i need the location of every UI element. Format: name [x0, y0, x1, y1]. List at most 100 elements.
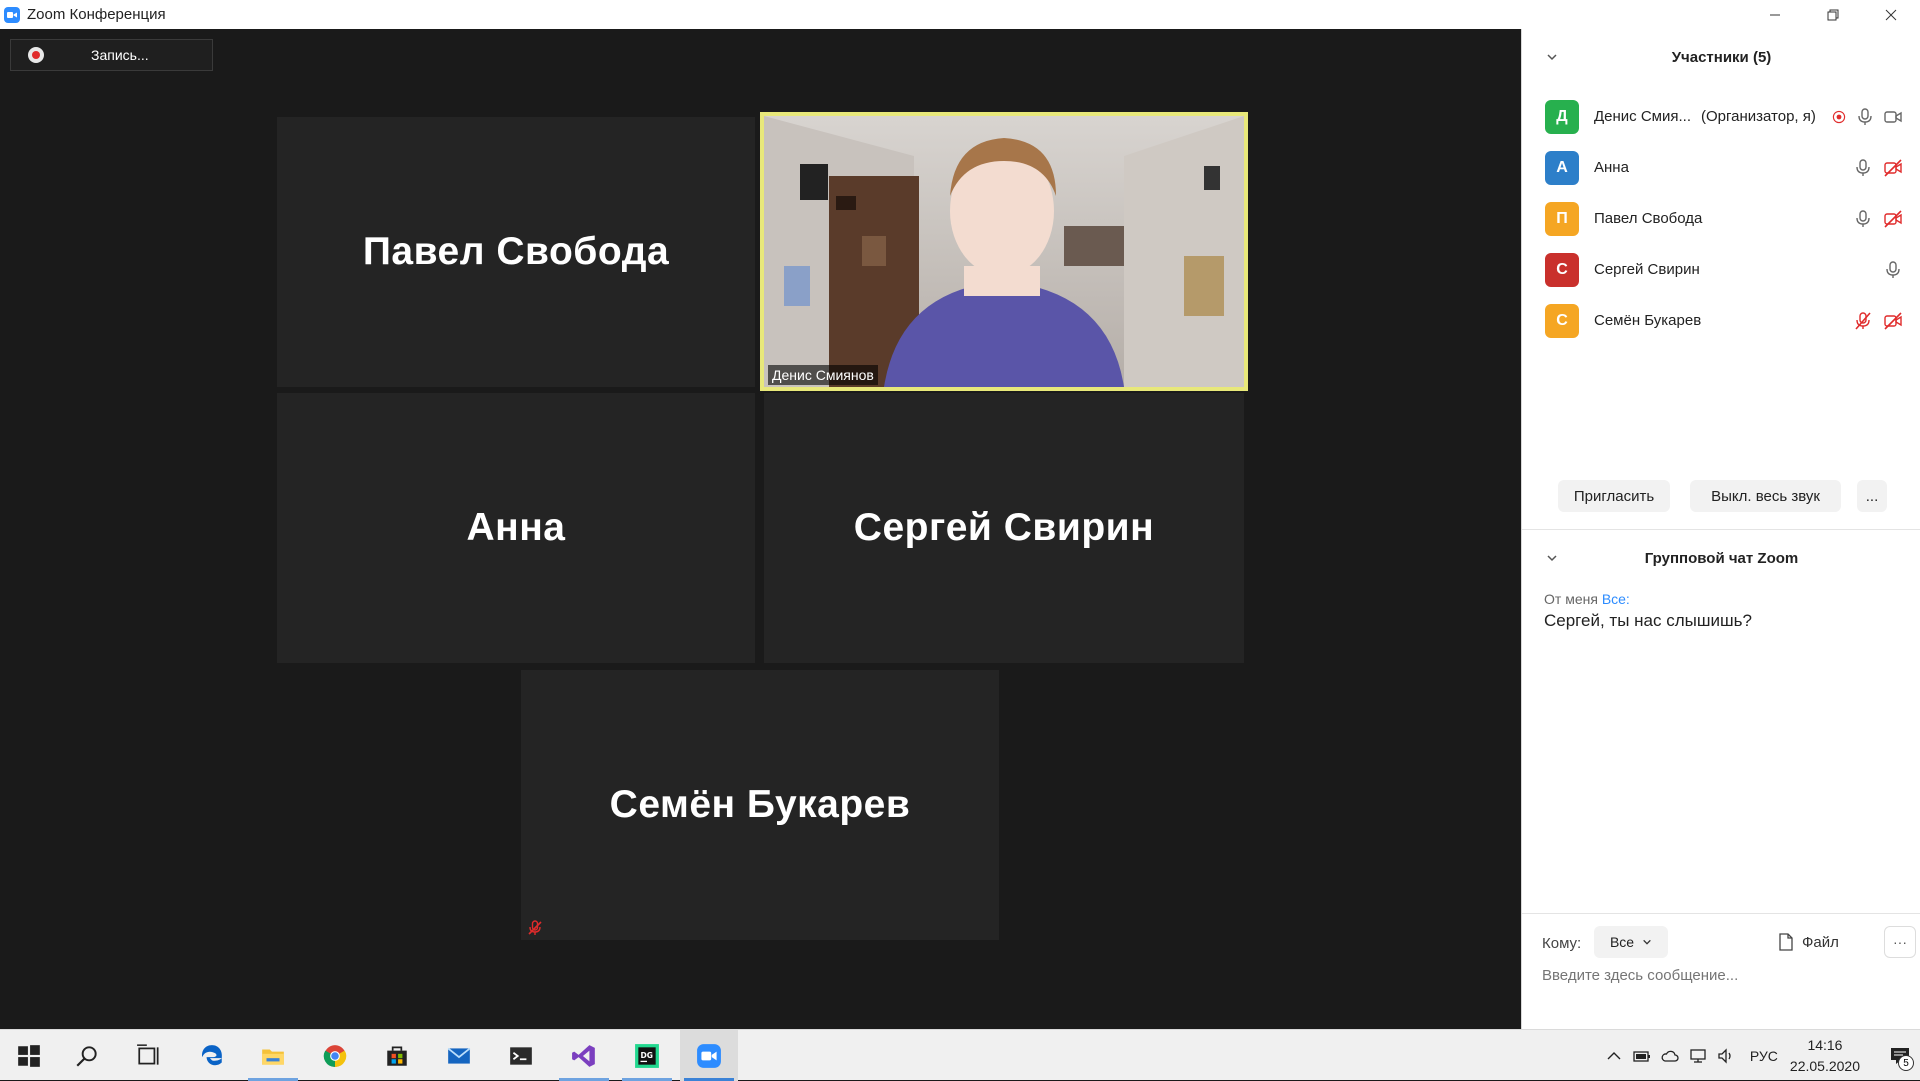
- zoom-icon: [697, 1043, 721, 1068]
- more-options-button[interactable]: ...: [1857, 480, 1887, 512]
- chat-recipient: Все:: [1601, 591, 1630, 607]
- participants-title: Участники (5): [1671, 48, 1772, 66]
- restore-icon: [1827, 9, 1839, 20]
- mic-icon[interactable]: [1883, 260, 1903, 280]
- volume-button[interactable]: [1712, 1030, 1740, 1081]
- send-file-button[interactable]: Файл: [1778, 926, 1839, 958]
- participant-tile[interactable]: Павел Свобода: [277, 117, 755, 387]
- file-label: Файл: [1802, 933, 1839, 951]
- participants-actions: Пригласить Выкл. весь звук ...: [1522, 480, 1920, 512]
- minimize-button[interactable]: [1746, 0, 1804, 29]
- participant-row[interactable]: Д Денис Смия... (Организатор, я): [1522, 91, 1920, 142]
- mic-icon[interactable]: [1855, 107, 1875, 127]
- avatar: С: [1545, 303, 1579, 338]
- taskbar-store[interactable]: [368, 1030, 426, 1081]
- close-icon: [1885, 9, 1897, 20]
- chevron-down-icon[interactable]: [1546, 51, 1558, 63]
- search-icon: [76, 1045, 97, 1067]
- video-off-icon[interactable]: [1883, 158, 1903, 178]
- windows-logo-icon: [18, 1044, 40, 1067]
- datagrip-icon: DG: [635, 1043, 659, 1068]
- store-icon: [387, 1045, 407, 1066]
- participant-tile[interactable]: Сергей Свирин: [764, 393, 1244, 663]
- taskbar-file-explorer[interactable]: [244, 1030, 302, 1081]
- recording-label: Запись...: [91, 47, 149, 63]
- video-off-icon[interactable]: [1883, 209, 1903, 229]
- system-tray: РУС 14:16 22.05.2020 5: [1600, 1030, 1920, 1081]
- participant-name: Семён Букарев: [1594, 312, 1702, 329]
- zoom-app-icon: [4, 6, 20, 23]
- section-divider: [1522, 529, 1920, 530]
- compose-divider: [1522, 913, 1920, 914]
- participants-header: Участники (5): [1522, 41, 1920, 73]
- chat-message-input[interactable]: [1542, 967, 1902, 984]
- taskbar-chrome[interactable]: [306, 1030, 364, 1081]
- chat-message-meta: От меня Все:: [1544, 591, 1630, 607]
- battery-button[interactable]: [1628, 1030, 1656, 1081]
- chat-header: Групповой чат Zoom: [1522, 542, 1920, 574]
- show-hidden-icons-button[interactable]: [1600, 1030, 1628, 1081]
- title-bar: Zoom Конференция: [0, 0, 1920, 29]
- network-icon: [1690, 1048, 1706, 1063]
- taskbar-terminal[interactable]: [492, 1030, 550, 1081]
- language-indicator[interactable]: РУС: [1750, 1048, 1778, 1064]
- participant-row[interactable]: П Павел Свобода: [1522, 193, 1920, 244]
- recording-indicator-icon: [1832, 110, 1846, 123]
- chat-more-button[interactable]: ···: [1884, 926, 1916, 958]
- network-button[interactable]: [1684, 1030, 1712, 1081]
- video-off-icon[interactable]: [1883, 311, 1903, 331]
- folder-icon: [262, 1049, 284, 1065]
- webcam-video-frame: [764, 116, 1244, 387]
- system-clock[interactable]: 14:16 22.05.2020: [1790, 1035, 1860, 1077]
- avatar: А: [1545, 150, 1579, 185]
- mail-icon: [447, 1047, 471, 1064]
- chat-message-text: Сергей, ты нас слышишь?: [1544, 611, 1752, 630]
- start-button[interactable]: [0, 1030, 58, 1081]
- invite-button[interactable]: Пригласить: [1558, 480, 1670, 512]
- active-speaker-video-tile[interactable]: Денис Смиянов: [760, 112, 1248, 391]
- clock-date: 22.05.2020: [1789, 1057, 1860, 1074]
- participant-name: Анна: [1594, 159, 1629, 176]
- svg-text:DG: DG: [641, 1051, 654, 1060]
- notification-count-badge: 5: [1898, 1055, 1914, 1071]
- close-button[interactable]: [1862, 0, 1920, 29]
- recording-button[interactable]: Запись...: [10, 39, 213, 71]
- taskbar-edge[interactable]: [183, 1030, 241, 1081]
- participant-tile[interactable]: Семён Букарев: [521, 670, 999, 940]
- avatar: П: [1545, 201, 1579, 236]
- chevron-down-icon: [1643, 939, 1651, 945]
- speaker-icon: [1718, 1047, 1731, 1064]
- chat-recipient-select[interactable]: Все: [1594, 926, 1668, 958]
- video-camera-icon[interactable]: [1883, 107, 1903, 127]
- taskbar-visual-studio[interactable]: [555, 1030, 613, 1081]
- cloud-icon: [1661, 1050, 1679, 1062]
- visual-studio-icon: [572, 1044, 595, 1067]
- taskbar-datagrip[interactable]: DG: [618, 1030, 676, 1081]
- mute-all-button[interactable]: Выкл. весь звук: [1690, 480, 1841, 512]
- task-view-button[interactable]: [120, 1030, 178, 1081]
- windows-taskbar: DG РУС 14:16 22.05.2020 5: [0, 1029, 1920, 1081]
- search-button[interactable]: [58, 1030, 116, 1081]
- onedrive-button[interactable]: [1656, 1030, 1684, 1081]
- chat-to-label: Кому:: [1542, 935, 1582, 952]
- participant-row[interactable]: С Семён Букарев: [1522, 295, 1920, 346]
- chevron-down-icon[interactable]: [1546, 552, 1558, 564]
- mic-icon[interactable]: [1853, 209, 1873, 229]
- record-icon: [28, 47, 44, 63]
- clock-time: 14:16: [1807, 1036, 1843, 1053]
- taskbar-mail[interactable]: [430, 1030, 488, 1081]
- restore-button[interactable]: [1804, 0, 1862, 29]
- edge-icon: [202, 1044, 222, 1065]
- participant-tile[interactable]: Анна: [277, 393, 755, 663]
- participant-row[interactable]: А Анна: [1522, 142, 1920, 193]
- action-center-button[interactable]: 5: [1880, 1030, 1920, 1081]
- terminal-icon: [510, 1046, 532, 1065]
- taskbar-zoom[interactable]: [680, 1030, 738, 1081]
- muted-mic-icon[interactable]: [1853, 311, 1873, 331]
- recipient-value: Все: [1609, 934, 1635, 950]
- participant-role: (Организатор, я): [1700, 108, 1816, 125]
- tile-participant-name: Сергей Свирин: [853, 506, 1155, 549]
- muted-mic-icon: [528, 920, 542, 935]
- participant-row[interactable]: С Сергей Свирин: [1522, 244, 1920, 295]
- mic-icon[interactable]: [1853, 158, 1873, 178]
